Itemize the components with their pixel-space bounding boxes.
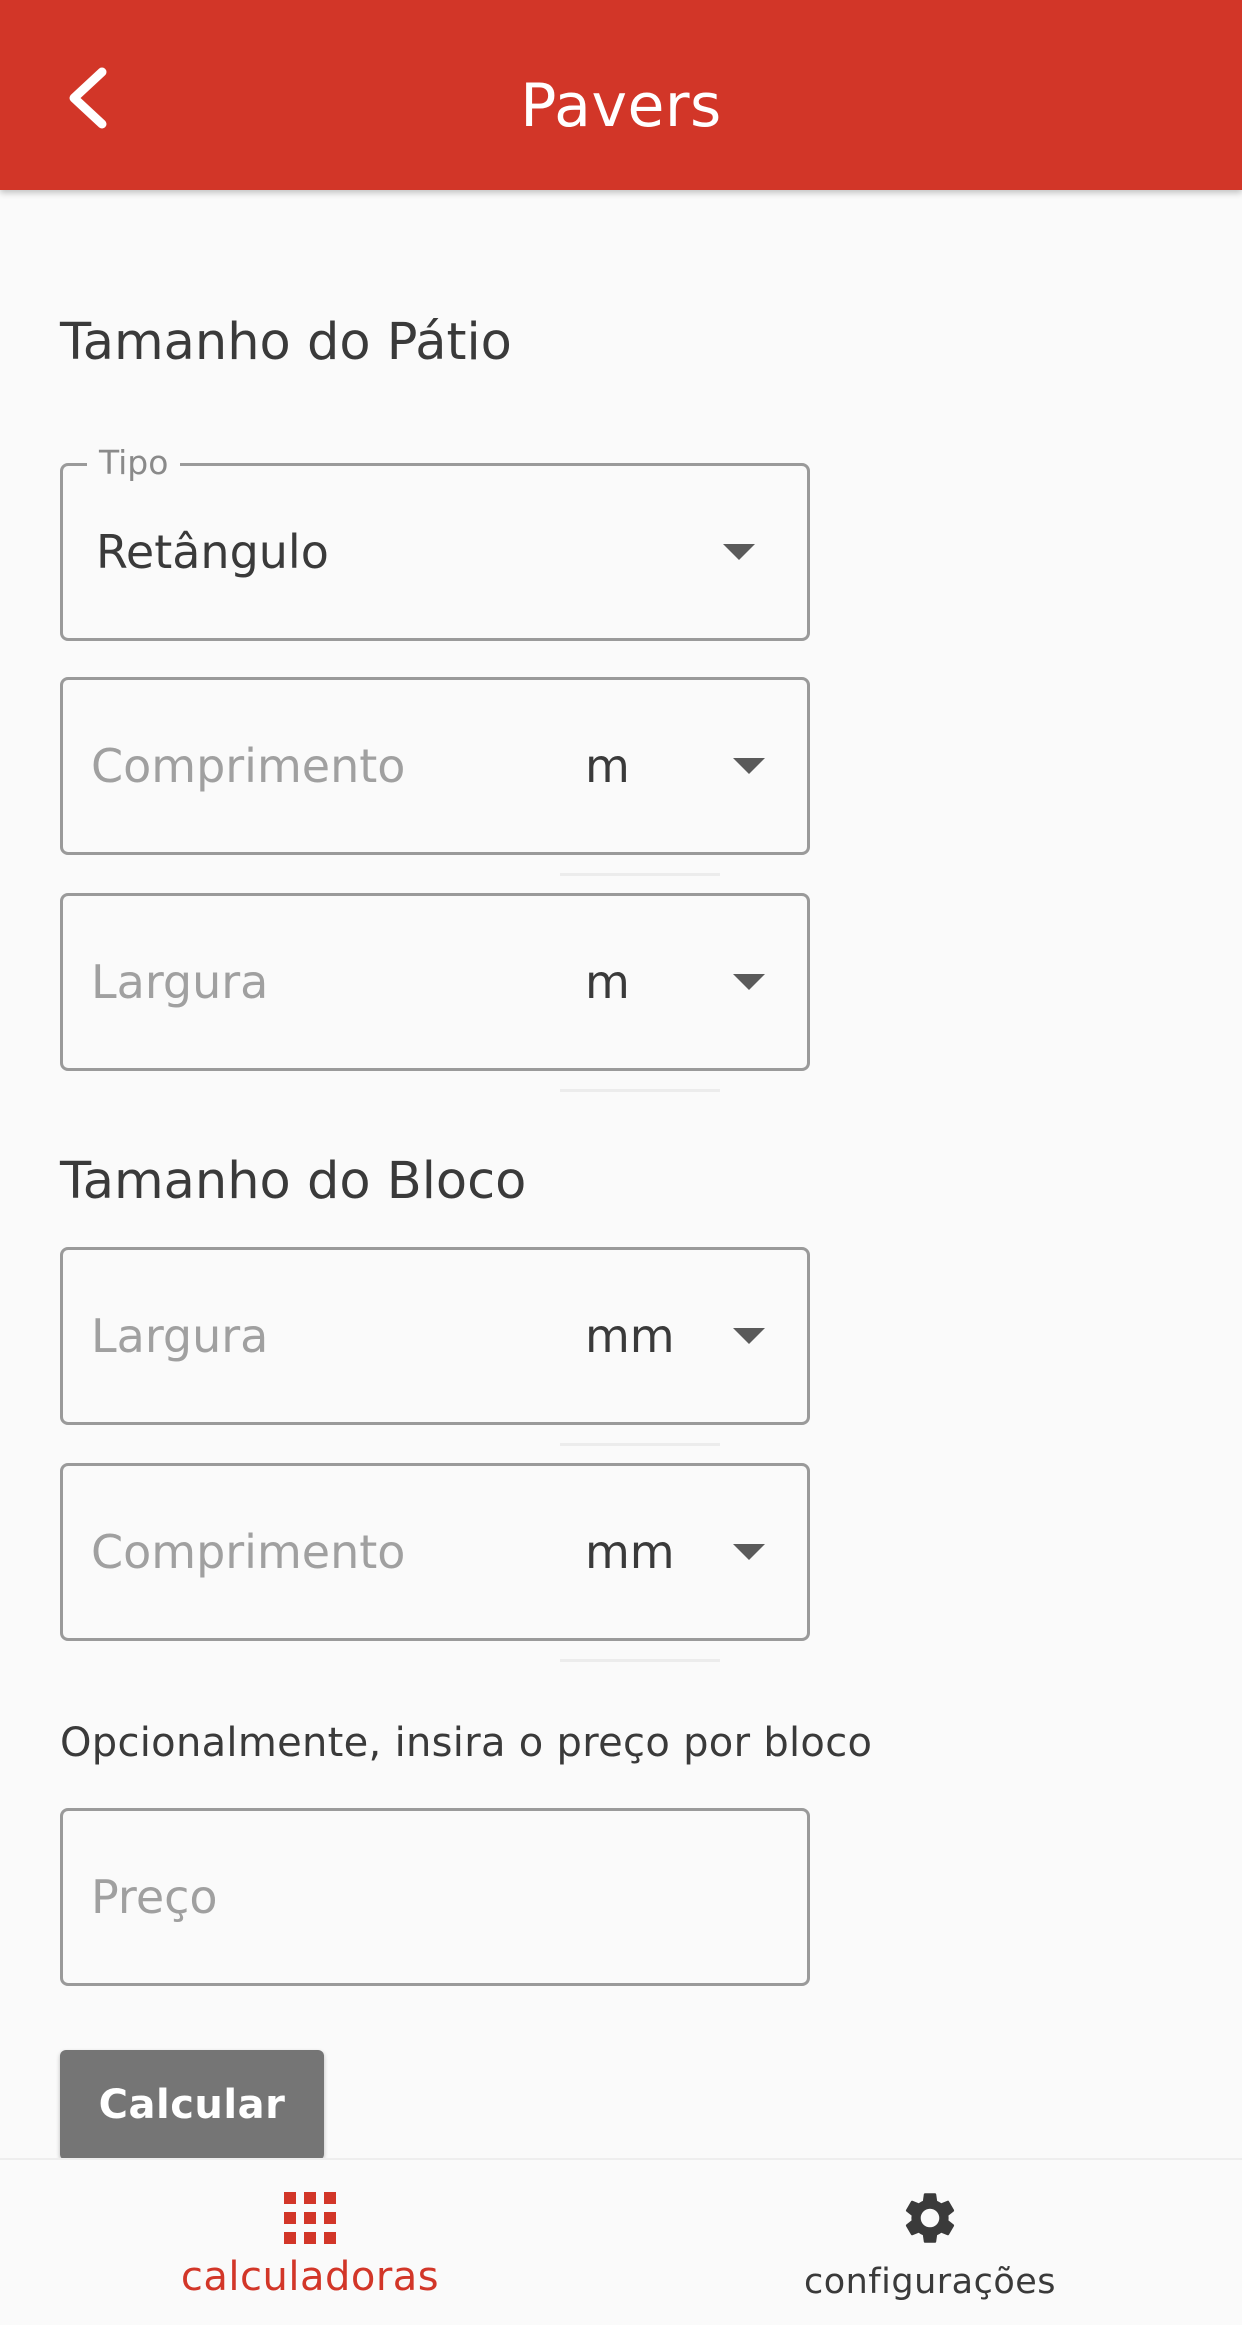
patio-width-placeholder: Largura (91, 955, 269, 1009)
block-width-field[interactable]: Largura mm (60, 1247, 810, 1425)
price-placeholder: Preço (91, 1870, 218, 1924)
block-length-placeholder: Comprimento (91, 1525, 406, 1579)
patio-length-placeholder: Comprimento (91, 739, 406, 793)
price-field[interactable]: Preço (60, 1808, 810, 1986)
nav-label-configuracoes: configurações (803, 2262, 1057, 2302)
page-title: Pavers (520, 71, 722, 141)
gear-icon (905, 2193, 955, 2243)
block-length-unit-select[interactable]: mm (585, 1466, 765, 1638)
bottom-navigation: calculadoras configurações (0, 2158, 1242, 2325)
block-size-heading: Tamanho do Bloco (60, 1152, 527, 1211)
block-length-unit: mm (585, 1525, 675, 1579)
dropdown-arrow-icon (733, 758, 765, 774)
calculate-button[interactable]: Calcular (60, 2050, 324, 2160)
block-width-unit: mm (585, 1309, 675, 1363)
patio-length-unit: m (585, 739, 630, 793)
patio-length-unit-select[interactable]: m (585, 680, 765, 852)
block-width-placeholder: Largura (91, 1309, 269, 1363)
patio-type-legend: Tipo (87, 441, 181, 485)
patio-width-unit: m (585, 955, 630, 1009)
nav-label-calculadoras: calculadoras (180, 2254, 440, 2300)
patio-size-heading: Tamanho do Pátio (60, 313, 512, 372)
patio-type-select[interactable]: Tipo Retângulo (60, 441, 810, 641)
block-width-unit-select[interactable]: mm (585, 1250, 765, 1422)
patio-length-field[interactable]: Comprimento m (60, 677, 810, 855)
grid-icon (284, 2192, 336, 2244)
app-bar: Pavers (0, 0, 1242, 190)
nav-item-configuracoes[interactable]: configurações (780, 2160, 1080, 2325)
nav-item-calculadoras[interactable]: calculadoras (160, 2160, 460, 2325)
unit-underline (560, 1659, 720, 1662)
dropdown-arrow-icon (733, 1544, 765, 1560)
unit-underline (560, 1443, 720, 1446)
patio-width-unit-select[interactable]: m (585, 896, 765, 1068)
price-hint: Opcionalmente, insira o preço por bloco (60, 1720, 873, 1766)
unit-underline (560, 873, 720, 876)
patio-type-value: Retângulo (96, 525, 329, 579)
block-length-field[interactable]: Comprimento mm (60, 1463, 810, 1641)
patio-width-field[interactable]: Largura m (60, 893, 810, 1071)
dropdown-arrow-icon (733, 1328, 765, 1344)
dropdown-arrow-icon (723, 544, 755, 560)
unit-underline (560, 1089, 720, 1092)
dropdown-arrow-icon (733, 974, 765, 990)
pavers-screen: Pavers Tamanho do Pátio Tipo Retângulo C… (0, 0, 1242, 2325)
